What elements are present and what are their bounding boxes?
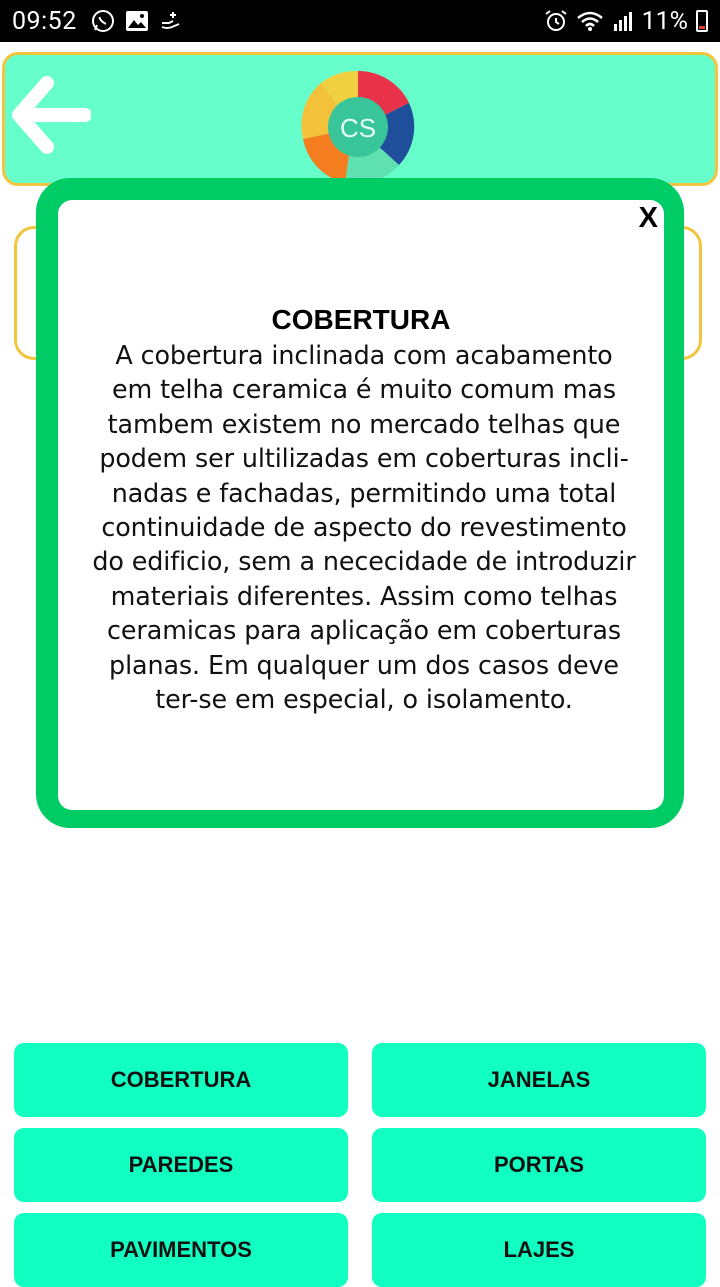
pavimentos-button[interactable]: PAVIMENTOS xyxy=(14,1213,348,1287)
dialog-text-line: planas. Em qualquer um dos casos deve xyxy=(109,649,619,680)
logo-text: CS xyxy=(340,113,376,143)
dialog-title: COBERTURA xyxy=(271,304,451,335)
dialog-text-line: tambem existem no mercado telhas que xyxy=(107,408,621,439)
dialog-body: X COBERTURA A cobertura inclinada com ac… xyxy=(58,200,664,810)
info-dialog: X COBERTURA A cobertura inclinada com ac… xyxy=(36,178,684,828)
paredes-button[interactable]: PAREDES xyxy=(14,1128,348,1202)
image-icon xyxy=(125,10,149,32)
cobertura-button[interactable]: COBERTURA xyxy=(14,1043,348,1117)
arrow-left-icon xyxy=(12,76,92,154)
dialog-text-line: continuidade de aspecto do revestimento xyxy=(101,512,627,543)
dialog-text-line: nadas e fachadas, permitindo uma total xyxy=(111,477,617,508)
whatsapp-icon xyxy=(91,9,115,33)
status-bar: 09:52 11% xyxy=(0,0,720,42)
signal-icon xyxy=(612,10,634,32)
close-button[interactable]: X xyxy=(639,202,658,235)
hand-icon xyxy=(159,9,183,33)
dialog-text-line: em telha ceramica é muito comum mas xyxy=(111,374,616,405)
dialog-text-line: A cobertura inclinada com acabamento xyxy=(115,340,613,370)
dialog-text-line: ceramicas para aplicação em coberturas xyxy=(107,615,621,646)
janelas-button[interactable]: JANELAS xyxy=(372,1043,706,1117)
app-header: CS xyxy=(2,52,718,186)
dialog-text-line: ter-se em especial, o isolamento. xyxy=(155,684,573,715)
dialog-text-line: podem ser ultilizadas em coberturas incl… xyxy=(99,443,629,474)
battery-icon xyxy=(696,10,708,32)
dialog-text: A cobertura inclinada com acabamento em … xyxy=(64,338,664,716)
lajes-button[interactable]: LAJES xyxy=(372,1213,706,1287)
status-time: 09:52 xyxy=(12,6,77,36)
portas-button[interactable]: PORTAS xyxy=(372,1128,706,1202)
alarm-icon xyxy=(544,9,568,33)
app-logo: CS xyxy=(295,69,421,185)
battery-percent: 11% xyxy=(641,6,688,36)
dialog-text-line: materiais diferentes. Assim como telhas xyxy=(110,580,618,611)
wifi-icon xyxy=(576,10,604,32)
dialog-text-line: do edificio, sem a nececidade de introdu… xyxy=(92,546,636,577)
back-button[interactable] xyxy=(11,75,92,155)
